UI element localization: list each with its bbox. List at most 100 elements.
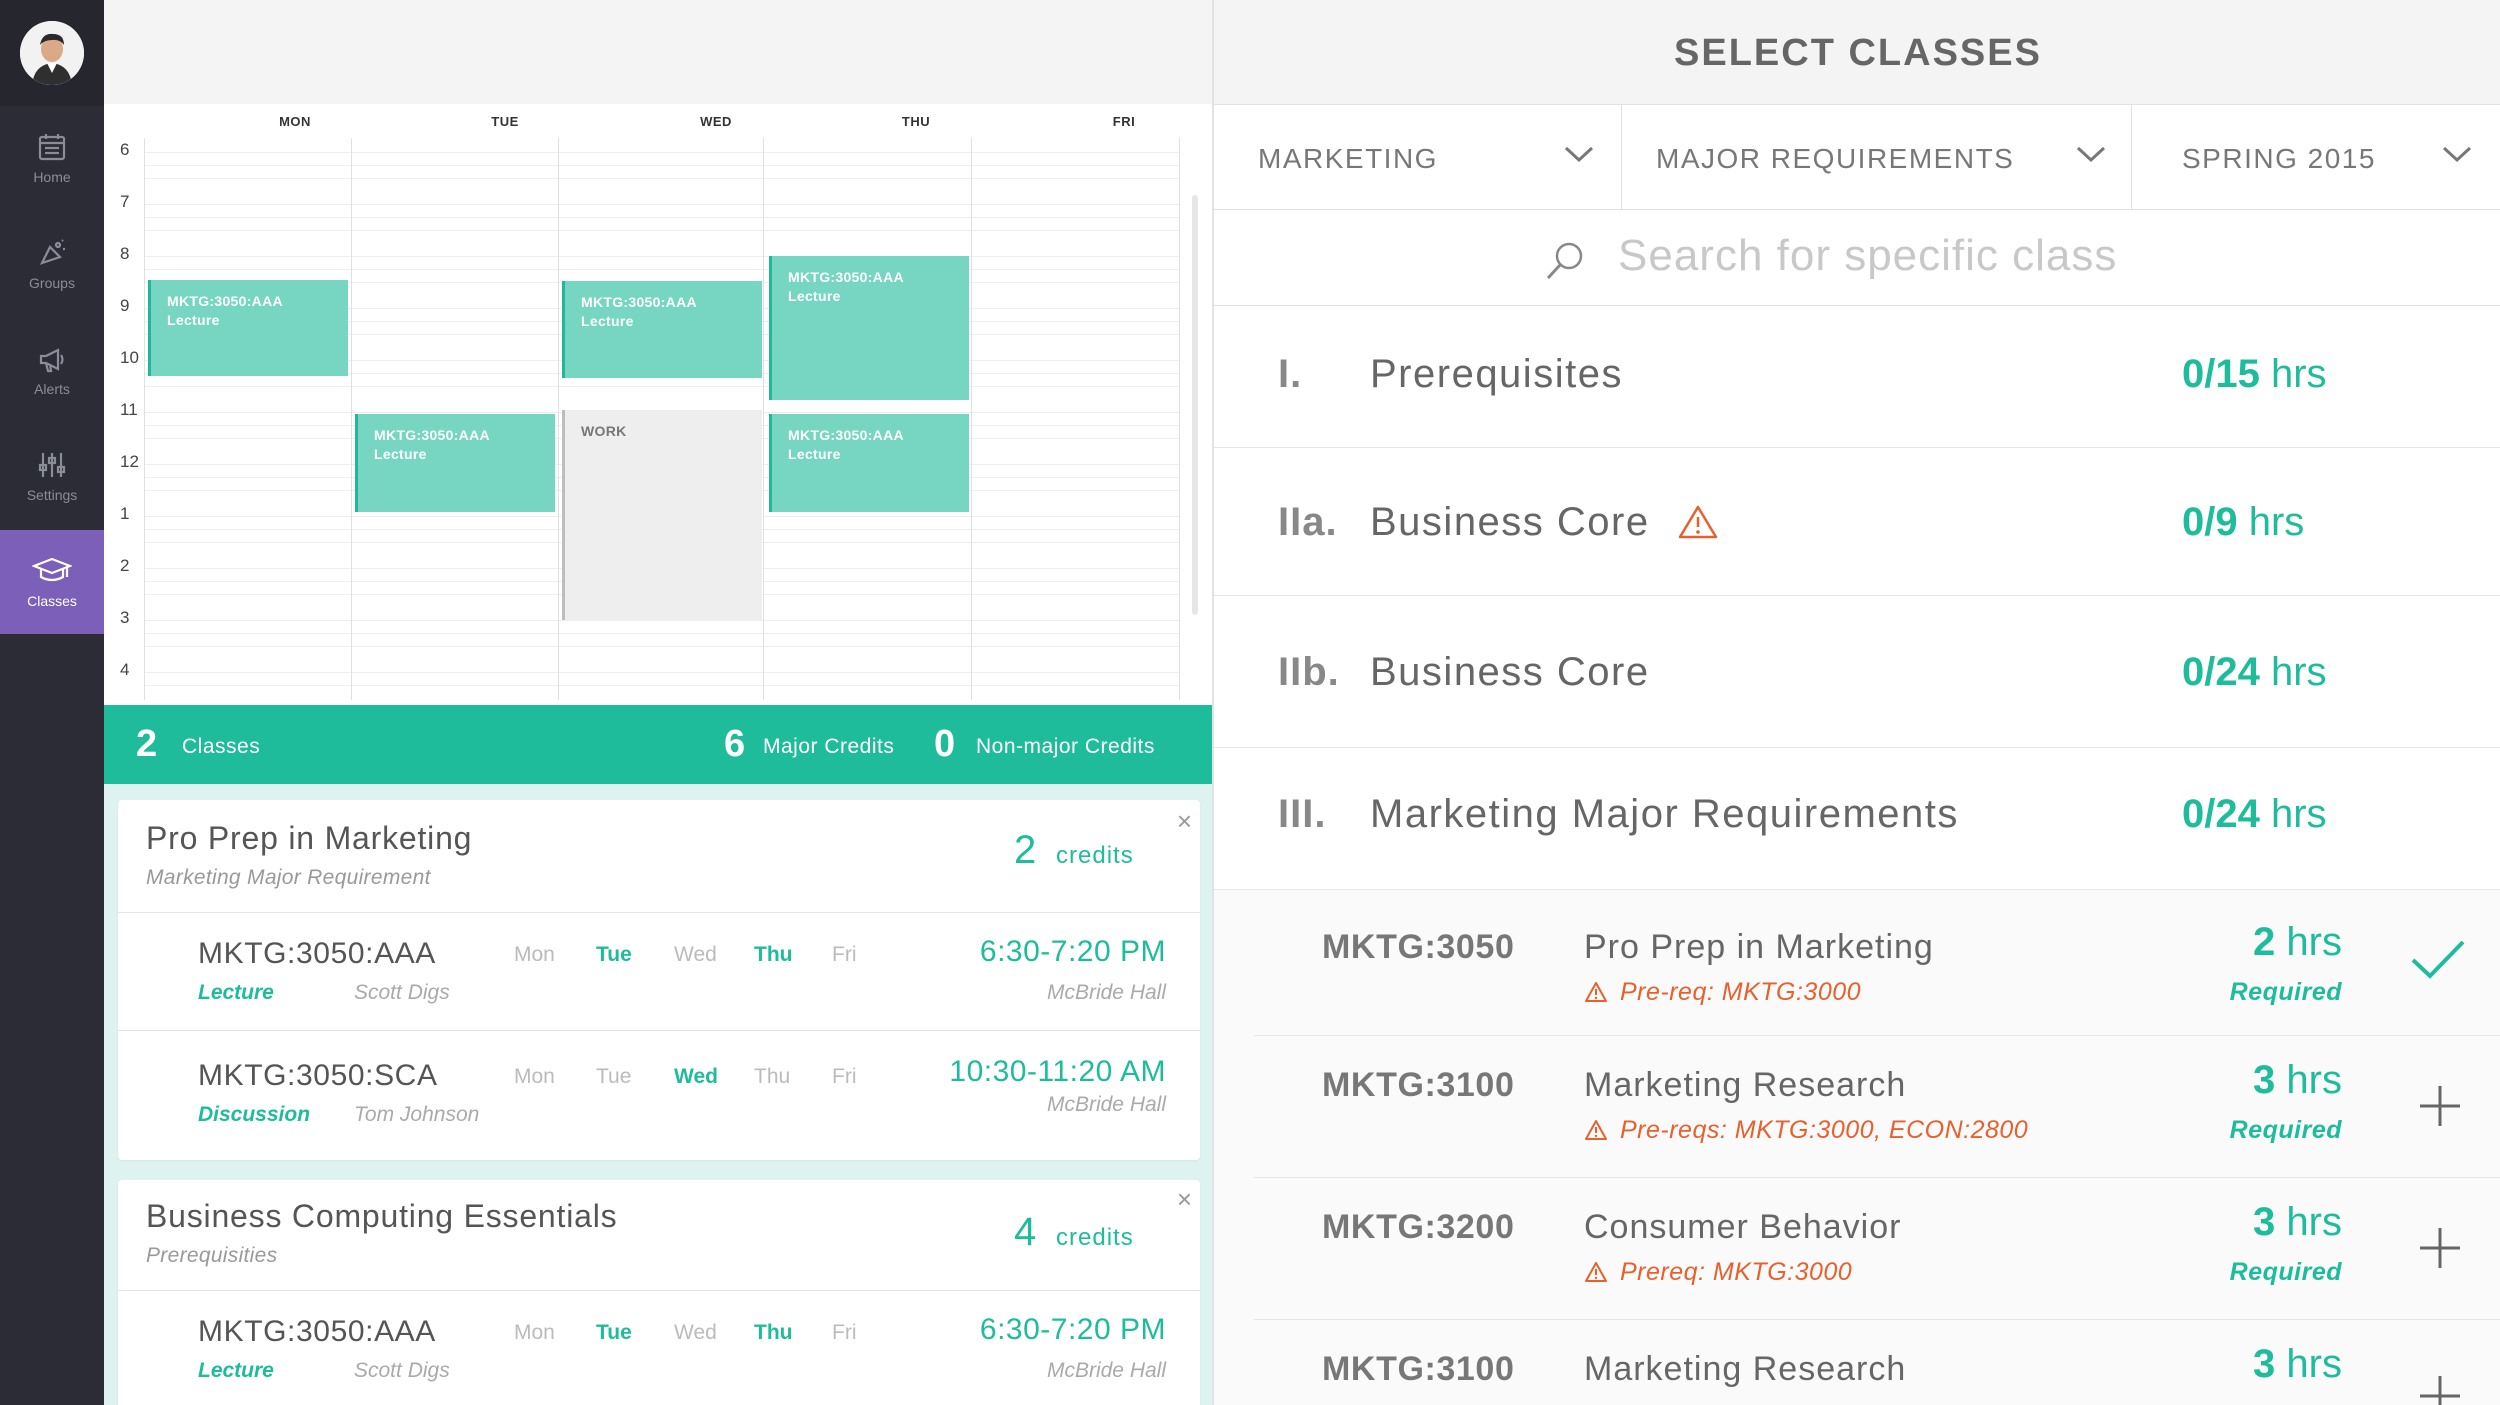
- nav-classes[interactable]: Classes: [0, 530, 104, 634]
- warning-icon: [1585, 982, 1607, 1002]
- section-code: MKTG:3050:AAA: [198, 1315, 436, 1348]
- weekly-calendar: MON TUE WED THU FRI 6 7 8 9 10 11 12 1 2…: [104, 0, 1212, 705]
- megaphone-icon: [39, 348, 64, 373]
- work-label: WORK: [581, 423, 627, 439]
- checkmark-icon[interactable]: [2410, 938, 2466, 982]
- class-title: Pro Prep in Marketing: [146, 820, 473, 856]
- course-row[interactable]: MKTG:3200 Consumer Behavior Prereq: MKTG…: [1254, 1178, 2500, 1320]
- warning-icon: [1585, 1120, 1607, 1140]
- search-icon: [1546, 242, 1583, 280]
- calendar-event[interactable]: MKTG:3050:AAA Lecture: [769, 414, 969, 512]
- course-row[interactable]: MKTG:3100 Marketing Research Pre-reqs: M…: [1254, 1036, 2500, 1178]
- hour-label: 9: [120, 296, 130, 315]
- calendar-event[interactable]: MKTG:3050:AAA Lecture: [355, 414, 555, 512]
- course-hours: 3 hrs: [2253, 1342, 2342, 1386]
- event-type: Lecture: [374, 446, 427, 462]
- requirement-name: Prerequisites: [1370, 352, 1623, 396]
- day-fri: Fri: [832, 943, 857, 966]
- department-dropdown[interactable]: MARKETING: [1214, 105, 1622, 209]
- calendar-toolbar: [104, 0, 1212, 104]
- course-status: Required: [2229, 1116, 2342, 1144]
- section-row[interactable]: MKTG:3050:AAA Lecture Scott Digs Mon Tue…: [118, 912, 1200, 1030]
- course-row[interactable]: MKTG:3050 Pro Prep in Marketing Pre-req:…: [1254, 890, 2500, 1036]
- close-icon[interactable]: ×: [1177, 1186, 1192, 1212]
- course-row[interactable]: MKTG:3100 Marketing Research 3 hrs: [1254, 1320, 2500, 1405]
- avatar[interactable]: [20, 21, 84, 85]
- calendar-icon: [38, 134, 66, 161]
- avatar-container: [0, 0, 104, 106]
- add-icon[interactable]: [2418, 1226, 2462, 1270]
- calendar-event[interactable]: MKTG:3050:AAA Lecture: [148, 280, 348, 376]
- requirement-hours: 0/24 hrs: [2182, 792, 2327, 836]
- hour-label: 4: [120, 660, 130, 679]
- day-thu: Thu: [754, 1065, 791, 1088]
- calendar-event[interactable]: MKTG:3050:AAA Lecture: [562, 281, 762, 378]
- calendar-scrollbar[interactable]: [1192, 195, 1198, 615]
- nav-home[interactable]: Home: [0, 106, 104, 210]
- course-code: MKTG:3100: [1322, 1066, 1515, 1104]
- day-wed: Wed: [674, 943, 717, 966]
- hour-label: 3: [120, 608, 130, 627]
- term-dropdown[interactable]: SPRING 2015: [2132, 105, 2500, 209]
- section-row[interactable]: MKTG:3050:AAA Lecture Scott Digs Mon Tue…: [118, 1290, 1200, 1405]
- hour-label: 12: [120, 452, 139, 471]
- course-list: MKTG:3050 Pro Prep in Marketing Pre-req:…: [1214, 890, 2500, 1405]
- course-prereq: Pre-req: MKTG:3000: [1584, 978, 1861, 1007]
- day-wed: Wed: [674, 1065, 718, 1088]
- day-thu: Thu: [754, 1321, 793, 1344]
- requirement-dropdown[interactable]: MAJOR REQUIREMENTS: [1622, 105, 2132, 209]
- chevron-down-icon: [2442, 146, 2472, 163]
- day-header: THU: [901, 114, 931, 129]
- course-name: Pro Prep in Marketing: [1584, 928, 1934, 966]
- nav-alerts[interactable]: Alerts: [0, 318, 104, 422]
- section-type: Lecture: [198, 981, 274, 1004]
- section-row[interactable]: MKTG:3050:SCA Discussion Tom Johnson Mon…: [118, 1030, 1200, 1152]
- course-name: Consumer Behavior: [1584, 1208, 1902, 1246]
- hour-label: 10: [120, 348, 139, 367]
- calendar-event[interactable]: MKTG:3050:AAA Lecture: [769, 256, 969, 400]
- event-code: MKTG:3050:AAA: [581, 294, 697, 310]
- course-status: Required: [2229, 1258, 2342, 1286]
- day-header: WED: [700, 114, 732, 129]
- course-status: Required: [2229, 978, 2342, 1006]
- warning-icon: [1678, 505, 1718, 539]
- nav-label: Home: [33, 169, 71, 185]
- nav-groups[interactable]: Groups: [0, 212, 104, 316]
- section-type: Discussion: [198, 1103, 311, 1126]
- nav-settings[interactable]: Settings: [0, 424, 104, 528]
- search-input[interactable]: [1618, 226, 2318, 286]
- course-prereq: Prereq: MKTG:3000: [1584, 1258, 1852, 1287]
- day-header: TUE: [491, 114, 519, 129]
- add-icon[interactable]: [2418, 1084, 2462, 1128]
- day-thu: Thu: [754, 943, 793, 966]
- requirement-hours: 0/24 hrs: [2182, 650, 2327, 694]
- selected-classes-list: Pro Prep in Marketing Marketing Major Re…: [104, 784, 1212, 1405]
- class-title: Business Computing Essentials: [146, 1198, 618, 1234]
- requirement-row[interactable]: III. Marketing Major Requirements 0/24 h…: [1214, 748, 2500, 890]
- add-icon[interactable]: [2418, 1374, 2462, 1405]
- chevron-down-icon: [2076, 146, 2106, 163]
- select-classes-panel: SELECT CLASSES MARKETING MAJOR REQUIREME…: [1212, 0, 2500, 1405]
- section-room: McBride Hall: [1046, 1359, 1166, 1382]
- chevron-down-icon: [1564, 146, 1594, 163]
- nonmajor-credits-count: 0: [934, 723, 956, 765]
- requirement-row[interactable]: IIb. Business Core 0/24 hrs: [1214, 596, 2500, 748]
- classes-label: Classes: [182, 735, 261, 758]
- course-hours: 2 hrs: [2253, 920, 2342, 964]
- event-type: Lecture: [167, 312, 220, 328]
- credits-number: 2: [1014, 828, 1037, 872]
- dropdown-label: SPRING 2015: [2182, 143, 2376, 174]
- major-credits-label: Major Credits: [763, 735, 895, 758]
- course-code: MKTG:3100: [1322, 1350, 1515, 1388]
- requirement-hours: 0/9 hrs: [2182, 500, 2305, 544]
- credits-label: credits: [1056, 842, 1134, 869]
- event-code: MKTG:3050:AAA: [167, 293, 283, 309]
- requirement-row[interactable]: IIa. Business Core 0/9 hrs: [1214, 448, 2500, 596]
- work-block[interactable]: WORK: [562, 410, 762, 620]
- day-tue: Tue: [596, 943, 632, 966]
- requirement-row[interactable]: I. Prerequisites 0/15 hrs: [1214, 306, 2500, 448]
- day-header: FRI: [1112, 114, 1136, 129]
- section-code: MKTG:3050:AAA: [198, 937, 436, 970]
- hour-label: 2: [120, 556, 130, 575]
- close-icon[interactable]: ×: [1177, 808, 1192, 834]
